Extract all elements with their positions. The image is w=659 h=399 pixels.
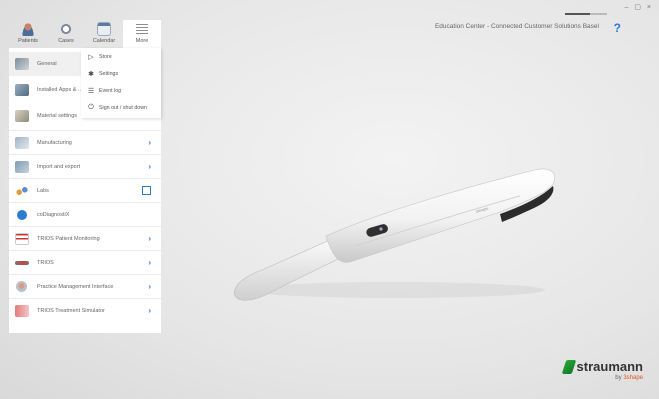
scanner-illustration: 3shape bbox=[234, 168, 555, 301]
logo-main: straumann bbox=[561, 359, 643, 374]
app-window: – ▢ × Education Center - Connected Custo… bbox=[0, 0, 659, 399]
logo-sub: by 3shape bbox=[564, 375, 643, 381]
logo-name: straumann bbox=[576, 359, 643, 374]
straumann-logo: straumann by 3shape bbox=[561, 359, 643, 381]
scanner-shadow bbox=[245, 282, 545, 298]
scanner-led bbox=[379, 227, 383, 231]
straumann-mark-icon bbox=[561, 359, 576, 374]
scanner-body bbox=[325, 168, 555, 263]
logo-sub-brand: 3shape bbox=[623, 375, 643, 381]
